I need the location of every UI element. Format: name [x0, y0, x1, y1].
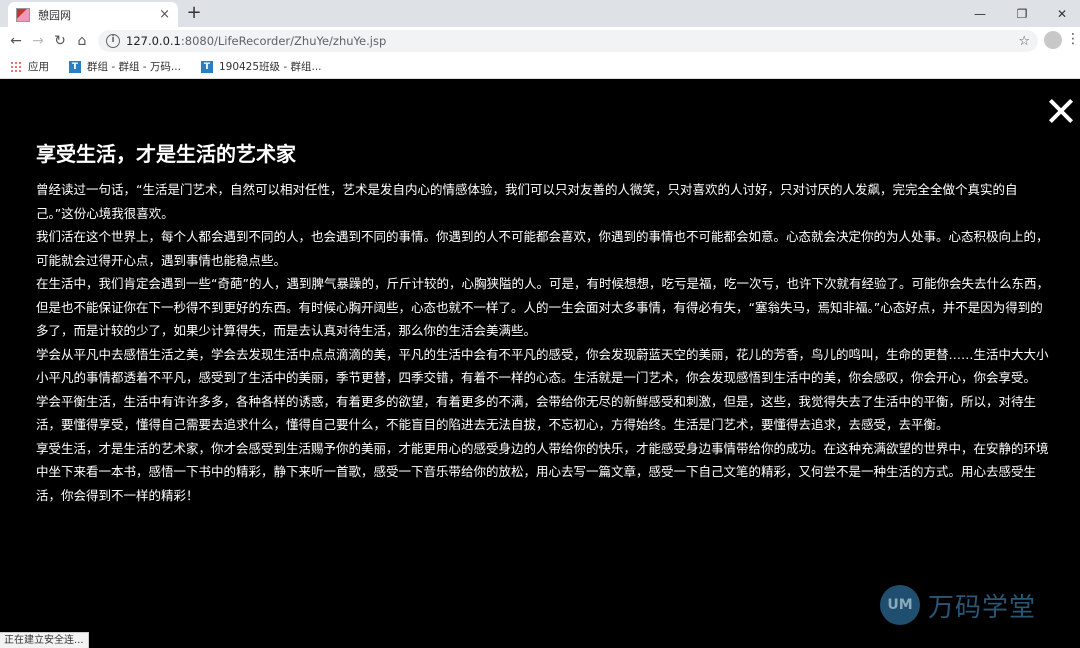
bookmark-group-1[interactable]: T 群组 - 群组 - 万码...	[69, 59, 181, 74]
article-paragraph: 学会平衡生活，生活中有许许多多，各种各样的诱惑，有着更多的欲望，有着更多的不满，…	[36, 393, 1037, 433]
kebab-menu-icon[interactable]: ⋮	[1066, 31, 1080, 51]
reload-icon[interactable]: ↻	[50, 31, 70, 51]
bookmarks-bar: 应用 T 群组 - 群组 - 万码... T 190425班级 - 群组...	[0, 55, 1080, 79]
info-icon[interactable]: i	[106, 34, 120, 48]
tab-strip: 憩园网 × + — ❐ ✕	[0, 0, 1080, 27]
tab-close-icon[interactable]: ×	[159, 7, 170, 22]
article-body: 曾经读过一句话，“生活是门艺术，自然可以相对任性，艺术是发自内心的情感体验，我们…	[36, 178, 1052, 507]
url-host: 127.0.0.1	[126, 34, 181, 48]
bookmark-site-icon: T	[69, 60, 81, 73]
home-icon[interactable]: ⌂	[72, 31, 92, 51]
watermark-text: 万码学堂	[928, 592, 1037, 623]
url-path: :8080/LifeRecorder/ZhuYe/zhuYe.jsp	[180, 34, 387, 48]
article-overlay: 享受生活，才是生活的艺术家 曾经读过一句话，“生活是门艺术，自然可以相对任性，艺…	[0, 80, 1080, 648]
article-paragraph: 曾经读过一句话，“生活是门艺术，自然可以相对任性，艺术是发自内心的情感体验，我们…	[36, 182, 1018, 221]
bookmark-apps[interactable]: 应用	[10, 59, 49, 74]
tab-title: 憩园网	[38, 8, 71, 22]
article-title: 享受生活，才是生活的艺术家	[36, 142, 296, 166]
site-favicon-icon	[16, 7, 30, 22]
browser-toolbar: ← → ↻ ⌂ i 127.0.0.1:8080/LifeRecorder/Zh…	[0, 27, 1080, 55]
close-icon[interactable]	[1048, 98, 1074, 124]
bookmark-label: 应用	[28, 61, 49, 73]
bookmark-star-icon[interactable]: ☆	[1018, 34, 1030, 49]
minimize-icon[interactable]: —	[960, 0, 1000, 27]
back-arrow-icon[interactable]: ←	[6, 31, 26, 51]
article-paragraph: 享受生活，才是生活的艺术家，你才会感受到生活赐予你的美丽，才能更用心的感受身边的…	[36, 440, 1049, 503]
article-paragraph: 学会从平凡中去感悟生活之美，学会去发现生活中点点滴滴的美，平凡的生活中会有不平凡…	[36, 346, 1049, 386]
bookmark-site-icon: T	[200, 60, 213, 73]
bookmark-group-2[interactable]: T 190425班级 - 群组...	[200, 59, 322, 74]
article-paragraph: 我们活在这个世界上，每个人都会遇到不同的人，也会遇到不同的事情。你遇到的人不可能…	[36, 229, 1049, 268]
watermark-logo-icon: UM	[880, 585, 920, 625]
address-bar[interactable]: i 127.0.0.1:8080/LifeRecorder/ZhuYe/zhuY…	[98, 30, 1038, 52]
watermark: UM 万码学堂	[880, 585, 1036, 625]
forward-arrow-icon[interactable]: →	[28, 31, 48, 51]
status-bar: 正在建立安全连...	[0, 632, 89, 648]
article-paragraph: 在生活中，我们肯定会遇到一些“奇葩”的人，遇到脾气暴躁的，斤斤计较的，心胸狭隘的…	[36, 276, 1049, 338]
bookmark-label: 190425班级 - 群组...	[218, 61, 322, 73]
bookmark-label: 群组 - 群组 - 万码...	[87, 61, 181, 73]
profile-avatar-icon[interactable]	[1044, 31, 1062, 49]
new-tab-button[interactable]: +	[184, 3, 204, 23]
maximize-icon[interactable]: ❐	[1002, 0, 1042, 27]
browser-tab[interactable]: 憩园网 ×	[8, 2, 178, 27]
window-close-icon[interactable]: ✕	[1042, 0, 1080, 27]
apps-grid-icon	[10, 60, 22, 73]
